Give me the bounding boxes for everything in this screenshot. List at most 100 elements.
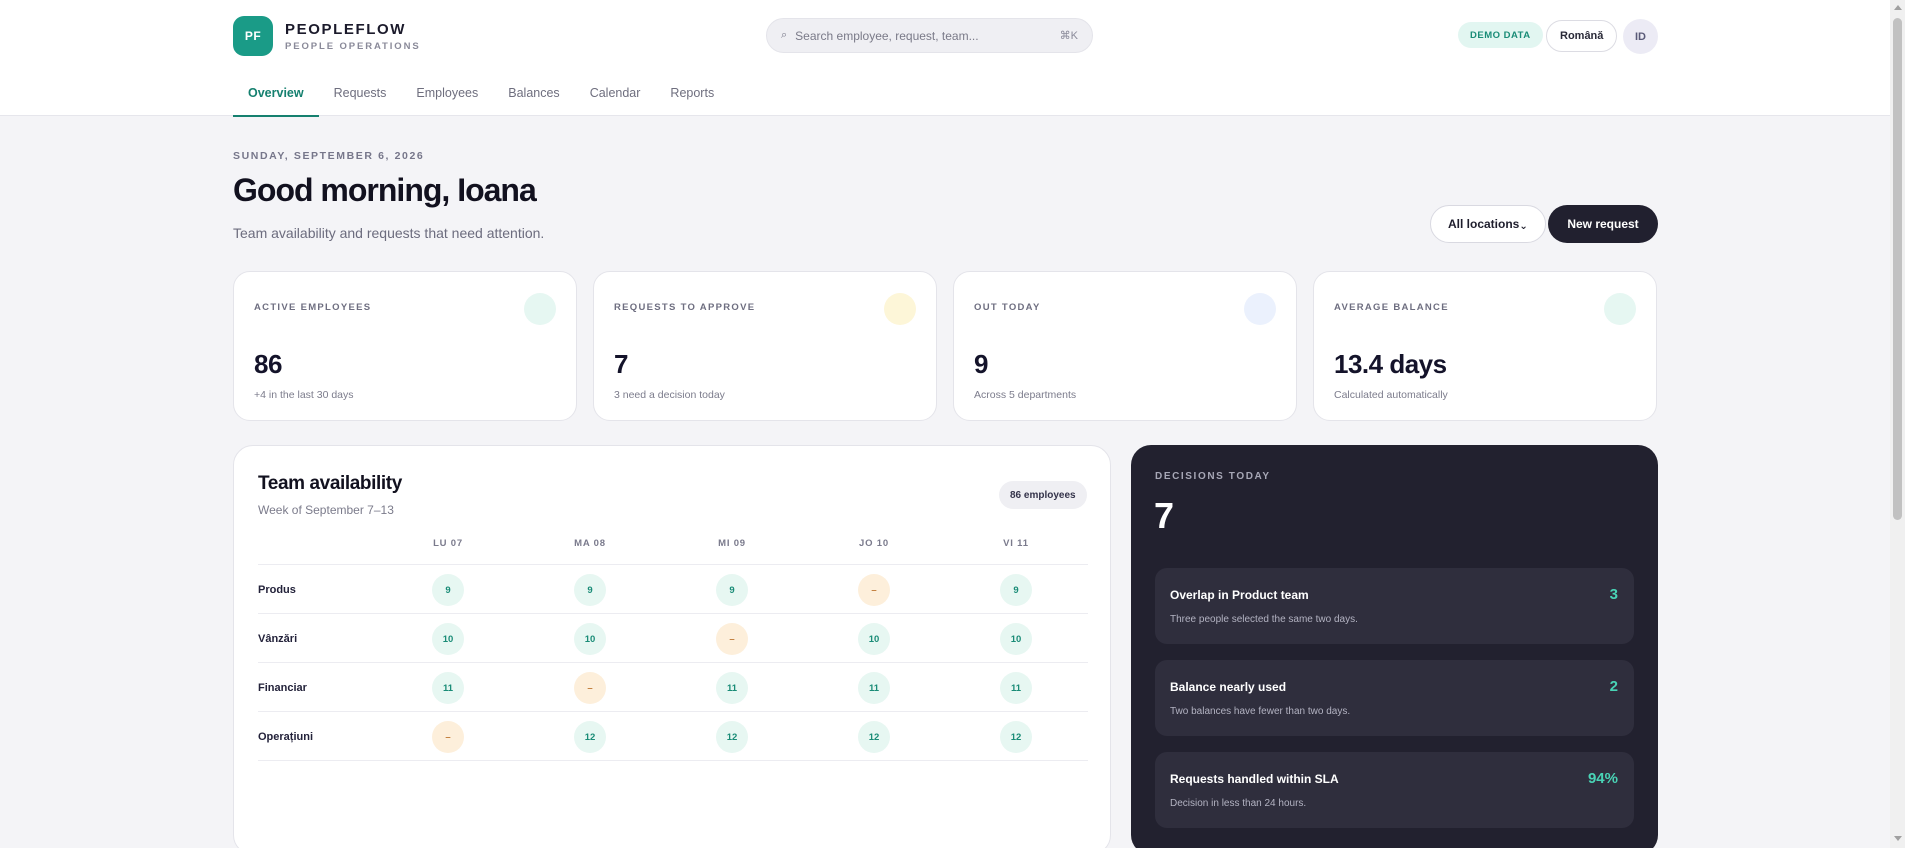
brand-text: PEOPLEFLOW PEOPLE OPERATIONS xyxy=(285,21,421,52)
decision-description: Decision in less than 24 hours. xyxy=(1170,798,1307,809)
stat-icon xyxy=(1604,293,1636,325)
search-shortcut: ⌘K xyxy=(1059,30,1078,42)
decisions-label: DECISIONS TODAY xyxy=(1155,471,1271,482)
decision-title: Overlap in Product team xyxy=(1170,588,1309,602)
day-column-header: JO 10 xyxy=(859,538,889,549)
decision-value: 2 xyxy=(1609,678,1618,695)
current-date: SUNDAY, SEPTEMBER 6, 2026 xyxy=(233,150,425,162)
decision-description: Three people selected the same two days. xyxy=(1170,614,1358,625)
team-name: Financiar xyxy=(258,682,307,694)
team-name: Produs xyxy=(258,584,296,596)
availability-row: Operațiuni – 12 12 12 12 xyxy=(258,712,1088,761)
stat-label: ACTIVE EMPLOYEES xyxy=(254,302,372,313)
stat-note: Across 5 departments xyxy=(974,389,1077,401)
location-filter-label: All locations xyxy=(1448,217,1520,231)
tab-reports[interactable]: Reports xyxy=(655,70,729,116)
decision-item[interactable]: Balance nearly used Two balances have few… xyxy=(1155,660,1634,736)
stat-value: 86 xyxy=(254,349,282,379)
tab-requests[interactable]: Requests xyxy=(319,70,402,116)
stat-icon xyxy=(884,293,916,325)
availability-cell[interactable]: 11 xyxy=(858,672,890,704)
stat-label: OUT TODAY xyxy=(974,302,1041,313)
availability-cell[interactable]: 11 xyxy=(716,672,748,704)
stat-card: REQUESTS TO APPROVE 7 3 need a decision to… xyxy=(593,271,937,421)
availability-cell[interactable]: 10 xyxy=(432,623,464,655)
stat-icon xyxy=(1244,293,1276,325)
chevron-down-icon: ⌄ xyxy=(1519,220,1528,232)
day-column-header: MA 08 xyxy=(574,538,606,549)
page-scrollbar[interactable] xyxy=(1890,0,1905,848)
scroll-up-arrow[interactable] xyxy=(1894,5,1902,10)
availability-cell[interactable]: 12 xyxy=(1000,721,1032,753)
day-column-header: LU 07 xyxy=(433,538,463,549)
team-name: Operațiuni xyxy=(258,731,314,743)
language-button[interactable]: Română xyxy=(1546,20,1618,52)
tab-balances[interactable]: Balances xyxy=(493,70,574,116)
availability-header-row: LU 07 MA 08 MI 09 JO 10 VI 11 xyxy=(258,538,1088,565)
availability-cell[interactable]: 10 xyxy=(858,623,890,655)
search-icon: ⌕ xyxy=(781,29,788,41)
search-bar[interactable]: ⌕ ⌘K xyxy=(766,18,1093,53)
availability-cell[interactable]: 9 xyxy=(432,574,464,606)
scroll-down-arrow[interactable] xyxy=(1894,836,1902,841)
tab-overview[interactable]: Overview xyxy=(233,70,319,117)
decision-value: 94% xyxy=(1587,770,1618,787)
stat-icon xyxy=(524,293,556,325)
availability-row: Produs 9 9 9 – 9 xyxy=(258,565,1088,614)
day-column-header: VI 11 xyxy=(1003,538,1029,549)
availability-title: Team availability xyxy=(258,473,402,494)
availability-subtitle: Week of September 7–13 xyxy=(258,503,394,517)
new-request-button[interactable]: New request xyxy=(1548,205,1658,243)
main-tabs: Overview Requests Employees Balances Calenda… xyxy=(233,70,729,117)
availability-row: Financiar 11 – 11 11 11 xyxy=(258,663,1088,712)
availability-cell[interactable]: 9 xyxy=(716,574,748,606)
brand[interactable]: PF PEOPLEFLOW PEOPLE OPERATIONS xyxy=(233,16,421,56)
stat-value: 13.4 days xyxy=(1334,349,1447,379)
search-input[interactable] xyxy=(795,28,1060,43)
brand-subtitle: PEOPLE OPERATIONS xyxy=(285,40,421,52)
availability-cell[interactable]: – xyxy=(716,623,748,655)
day-column-header: MI 09 xyxy=(718,538,746,549)
stat-note: +4 in the last 30 days xyxy=(254,389,354,401)
decision-title: Requests handled within SLA xyxy=(1170,772,1339,786)
decision-item[interactable]: Overlap in Product team Three people sele… xyxy=(1155,568,1634,644)
stat-note: Calculated automatically xyxy=(1334,389,1448,401)
page-subtitle: Team availability and requests that need… xyxy=(233,225,545,241)
availability-cell[interactable]: 12 xyxy=(574,721,606,753)
decision-value: 3 xyxy=(1609,586,1618,603)
decision-title: Balance nearly used xyxy=(1170,680,1287,694)
stat-note: 3 need a decision today xyxy=(614,389,725,401)
tab-employees[interactable]: Employees xyxy=(401,70,493,116)
availability-cell[interactable]: 10 xyxy=(574,623,606,655)
availability-cell[interactable]: 9 xyxy=(574,574,606,606)
top-header: PF PEOPLEFLOW PEOPLE OPERATIONS ⌕ ⌘K DEM… xyxy=(0,0,1890,117)
decisions-panel: DECISIONS TODAY 7 Overlap in Product tea… xyxy=(1131,445,1658,848)
brand-logo: PF xyxy=(233,16,273,56)
stat-label: REQUESTS TO APPROVE xyxy=(614,302,756,313)
decision-item[interactable]: Requests handled within SLA Decision in l… xyxy=(1155,752,1634,828)
tab-calendar[interactable]: Calendar xyxy=(575,70,656,116)
stat-card: OUT TODAY 9 Across 5 departments xyxy=(953,271,1297,421)
availability-cell[interactable]: – xyxy=(574,672,606,704)
user-avatar[interactable]: ID xyxy=(1623,19,1658,54)
availability-cell[interactable]: 12 xyxy=(716,721,748,753)
availability-cell[interactable]: – xyxy=(858,574,890,606)
stat-card: ACTIVE EMPLOYEES 86 +4 in the last 30 days xyxy=(233,271,577,421)
location-filter-button[interactable]: All locations ⌄ xyxy=(1430,205,1546,243)
team-name: Vânzări xyxy=(258,633,298,645)
demo-data-badge: DEMO DATA xyxy=(1458,22,1543,48)
stat-value: 7 xyxy=(614,349,628,379)
scroll-thumb[interactable] xyxy=(1893,18,1902,520)
availability-cell[interactable]: 11 xyxy=(432,672,464,704)
availability-cell[interactable]: 11 xyxy=(1000,672,1032,704)
team-availability-panel: Team availability Week of September 7–13… xyxy=(233,445,1111,848)
stat-card: AVERAGE BALANCE 13.4 days Calculated autom… xyxy=(1313,271,1657,421)
availability-cell[interactable]: 10 xyxy=(1000,623,1032,655)
availability-cell[interactable]: 12 xyxy=(858,721,890,753)
stat-label: AVERAGE BALANCE xyxy=(1334,302,1449,313)
decision-description: Two balances have fewer than two days. xyxy=(1170,706,1351,717)
page-title: Good morning, Ioana xyxy=(233,172,537,208)
availability-cell[interactable]: 9 xyxy=(1000,574,1032,606)
availability-cell[interactable]: – xyxy=(432,721,464,753)
availability-row: Vânzări 10 10 – 10 10 xyxy=(258,614,1088,663)
